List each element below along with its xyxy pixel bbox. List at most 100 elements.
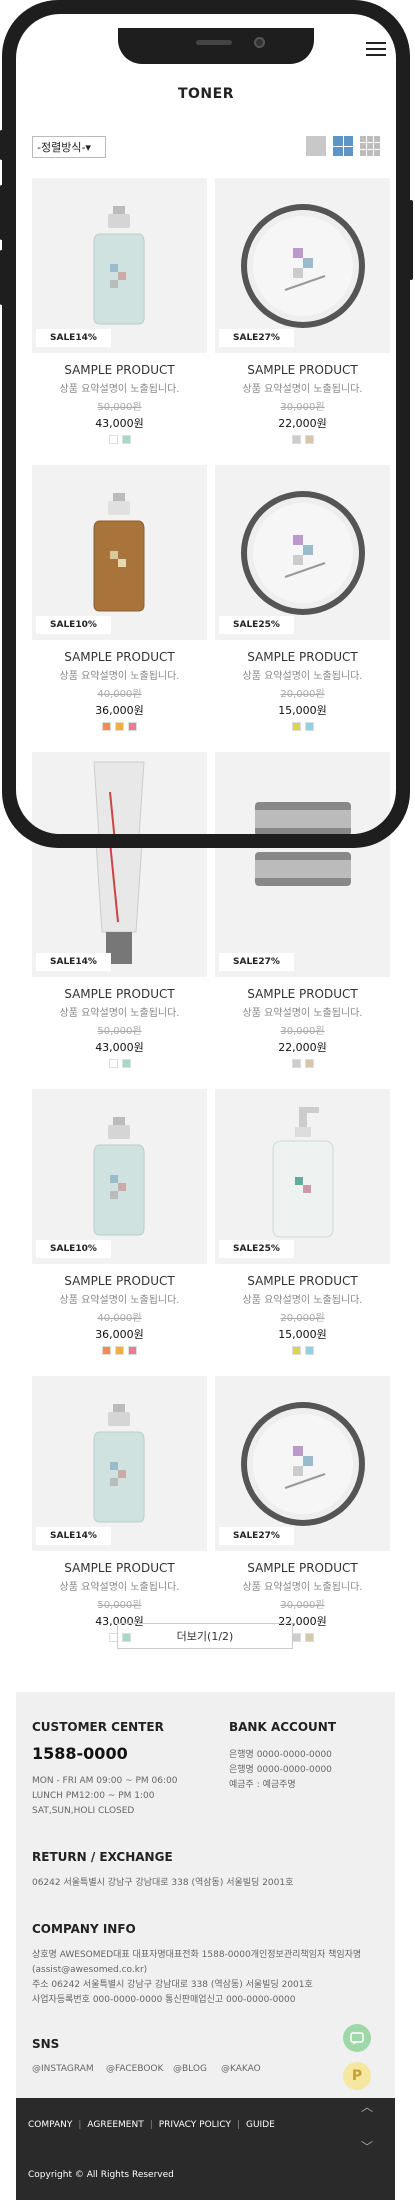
original-price: 20,000원 [280,689,325,700]
sale-badge: SALE25% [219,1240,294,1258]
product-card[interactable]: SALE10% SAMPLE PRODUCT 상품 요약설명이 노출됩니다. 40,0… [32,1089,207,1355]
product-card[interactable]: SALE10% SAMPLE PRODUCT 상품 요약설명이 노출됩니다. 40,0… [32,465,207,731]
color-swatch [121,1059,131,1068]
product-grid-screen: SALE14% SAMPLE PRODUCT 상품 요약설명이 노출됩니다. 50,0… [32,178,390,834]
product-image[interactable]: SALE25% [215,1089,390,1264]
page-title: TONER [177,86,234,102]
color-swatch [304,1346,314,1355]
product-name[interactable]: SAMPLE PRODUCT [215,650,390,664]
sns-facebook-link[interactable]: @FACEBOOK [106,2062,163,2077]
color-swatch [291,1346,301,1355]
sns-blog-link[interactable]: @BLOG [173,2062,207,2077]
product-card[interactable]: SALE27%SAMPLE PRODUCT상품 요약설명이 노출됩니다.30,0… [215,178,390,444]
product-card[interactable]: SALE14%SAMPLE PRODUCT상품 요약설명이 노출됩니다.50,0… [32,752,207,834]
color-swatch [291,435,301,444]
hamburger-icon[interactable] [366,42,386,58]
copyright: Copyright © All Rights Reserved [28,2170,174,2180]
sale-price: 36,000원 [95,1328,144,1341]
product-summary: 상품 요약설명이 노출됩니다. [242,1582,363,1593]
product-name[interactable]: SAMPLE PRODUCT [32,987,207,1001]
bank-account-heading: BANK ACCOUNT [229,1720,337,1734]
privacy-policy-link[interactable]: PRIVACY POLICY [159,2120,231,2130]
color-swatch [115,1346,124,1355]
point-icon[interactable]: P [343,2062,371,2090]
product-summary: 상품 요약설명이 노출됩니다. [59,671,180,682]
bank-line-3: 예금주 : 예금주명 [229,1780,296,1790]
sale-price: 15,000원 [278,704,327,717]
color-swatches [215,1346,390,1355]
customer-center-heading: CUSTOMER CENTER [32,1720,164,1734]
product-summary: 상품 요약설명이 노출됩니다. [242,1008,363,1019]
product-card[interactable]: SALE25% SAMPLE PRODUCT 상품 요약설명이 노출됩니다. 20,0… [215,465,390,731]
chat-icon[interactable] [343,2024,371,2052]
company-info-heading: COMPANY INFO [32,1922,136,1936]
scroll-down-icon[interactable]: ﹀ [361,2138,373,2155]
return-address: 06242 서울특별시 강남구 강남대로 338 (역삼동) 서울빌딩 2001… [32,1878,294,1888]
phone-notch [118,28,314,64]
product-image[interactable]: SALE25% [215,465,390,640]
product-image[interactable]: SALE10% [32,1089,207,1264]
product-name[interactable]: SAMPLE PRODUCT [32,1561,207,1575]
company-link[interactable]: COMPANY [28,2120,72,2130]
product-image[interactable]: SALE14% [32,752,207,834]
product-image[interactable]: SALE27% [215,752,390,834]
product-name[interactable]: SAMPLE PRODUCT [215,987,390,1001]
bank-line-2: 은행명 0000-0000-0000 [229,1765,332,1775]
product-card[interactable]: SALE14%SAMPLE PRODUCT상품 요약설명이 노출됩니다.50,0… [32,1376,207,1642]
original-price: 20,000원 [280,1313,325,1324]
product-card[interactable]: SALE25% SAMPLE PRODUCT 상품 요약설명이 노출됩니다. 20,0… [215,1089,390,1355]
customer-phone[interactable]: 1588-0000 [32,1744,128,1763]
product-image[interactable]: SALE14% [32,1376,207,1551]
product-summary: 상품 요약설명이 노출됩니다. [59,1582,180,1593]
color-swatch [102,1346,111,1355]
product-name[interactable]: SAMPLE PRODUCT [215,1274,390,1288]
sns-instagram-link[interactable]: @INSTAGRAM [32,2062,94,2077]
product-image[interactable]: SALE10% [32,465,207,640]
product-name[interactable]: SAMPLE PRODUCT [215,363,390,377]
color-swatch [128,722,137,731]
phone-frame: TONER -정렬방식-▾ SALE14% SAMPLE PRODUCT 상품 요약… [2,0,410,848]
sale-price: 22,000원 [278,1041,327,1054]
color-swatches [215,722,390,731]
company-line-1: 상호명 AWESOMED대표 대표자명대표전화 1588-0000개인정보관리책… [32,1950,362,1960]
product-image[interactable]: SALE27% [215,178,390,353]
product-summary: 상품 요약설명이 노출됩니다. [242,384,363,395]
original-price: 30,000원 [280,1600,325,1611]
agreement-link[interactable]: AGREEMENT [87,2120,143,2130]
phone-screen: TONER -정렬방식-▾ SALE14% SAMPLE PRODUCT 상품 요약… [16,14,396,834]
product-image[interactable]: SALE14% [32,178,207,353]
sale-badge: SALE27% [219,329,294,347]
company-line-3: 주소 06242 서울특별시 강남구 강남대로 338 (역삼동) 서울빌딩 2… [32,1980,313,1990]
sns-kakao-link[interactable]: @KAKAO [221,2062,261,2077]
bank-line-1: 은행명 0000-0000-0000 [229,1750,332,1760]
sale-badge: SALE14% [36,329,111,347]
view-2col-icon[interactable] [333,136,353,156]
color-swatches [32,722,207,731]
product-card[interactable]: SALE27%SAMPLE PRODUCT상품 요약설명이 노출됩니다.30,0… [215,752,390,834]
color-swatch [102,722,111,731]
color-swatch [291,1059,301,1068]
sale-badge: SALE27% [219,953,294,971]
sale-badge: SALE25% [219,616,294,634]
scroll-up-icon[interactable]: ︿ [361,2098,373,2115]
sale-price: 15,000원 [278,1328,327,1341]
view-list-icon[interactable] [306,136,326,156]
company-line-4: 사업자등록번호 000-0000-0000 통신판매업신고 000-0000-0… [32,1995,296,2005]
product-name[interactable]: SAMPLE PRODUCT [215,1561,390,1575]
product-name[interactable]: SAMPLE PRODUCT [32,650,207,664]
product-card[interactable]: SALE27% SAMPLE PRODUCT 상품 요약설명이 노출됩니다. 30,0… [215,1376,390,1642]
view-3col-icon[interactable] [360,136,380,156]
color-swatches [32,1346,207,1355]
bottom-bar: COMPANY | AGREEMENT | PRIVACY POLICY | GUID… [16,2098,395,2200]
product-name[interactable]: SAMPLE PRODUCT [32,1274,207,1288]
sale-price: 36,000원 [95,704,144,717]
sort-select[interactable]: -정렬방식-▾ [32,136,106,158]
product-image[interactable]: SALE27% [215,1376,390,1551]
sale-price: 22,000원 [278,417,327,430]
sale-badge: SALE14% [36,1527,111,1545]
sale-badge: SALE10% [36,1240,111,1258]
product-name[interactable]: SAMPLE PRODUCT [32,363,207,377]
product-card[interactable]: SALE14%SAMPLE PRODUCT상품 요약설명이 노출됩니다.50,0… [32,178,207,444]
load-more-button[interactable]: 더보기(1/2) [117,1623,293,1649]
guide-link[interactable]: GUIDE [246,2120,275,2130]
